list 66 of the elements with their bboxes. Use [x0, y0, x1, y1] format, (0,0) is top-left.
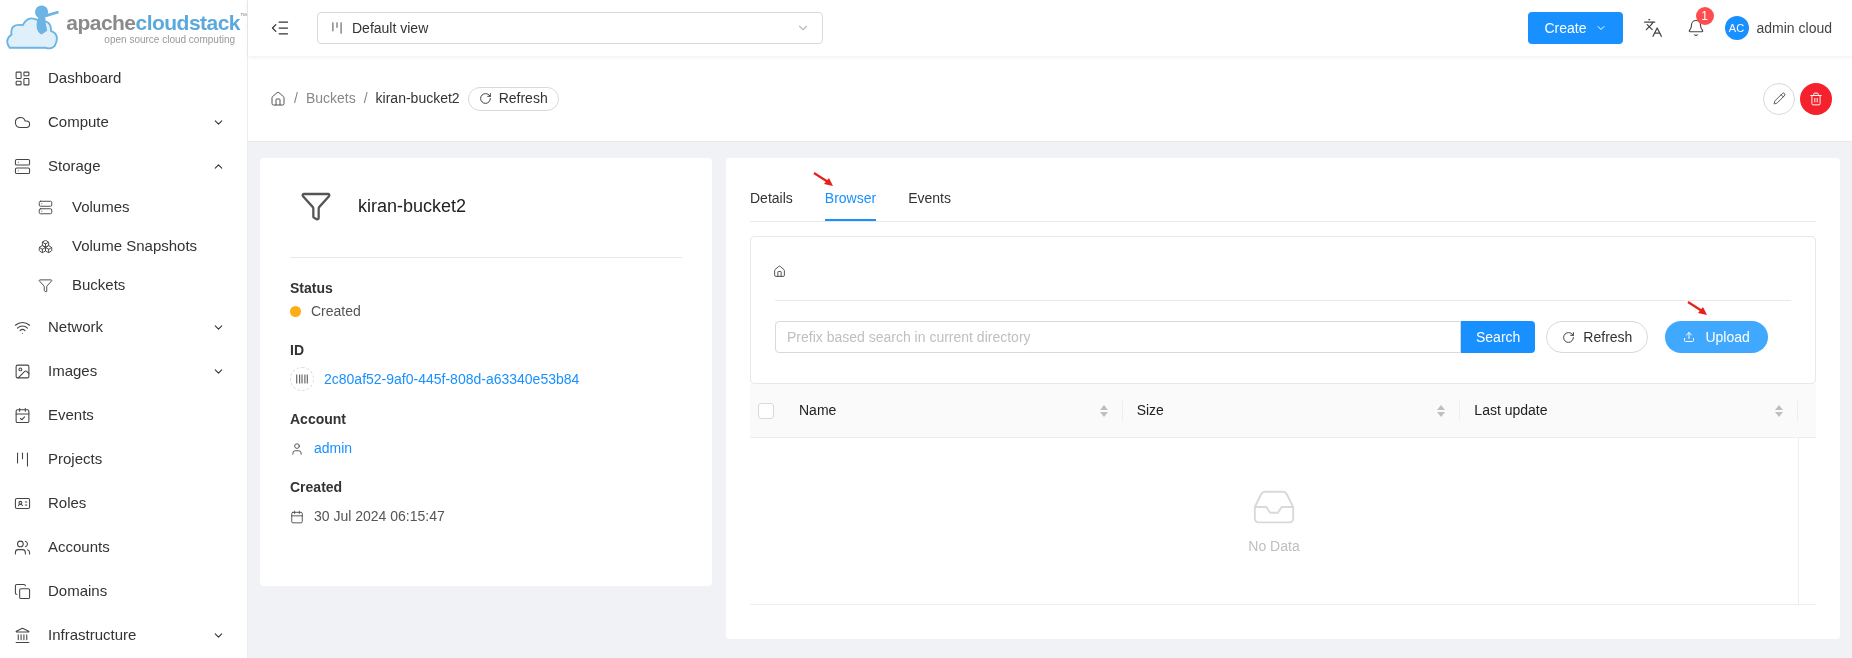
calendar-icon: [290, 509, 304, 524]
sidebar-item[interactable]: Compute: [0, 100, 247, 144]
home-icon[interactable]: [270, 90, 286, 107]
home-icon[interactable]: [773, 265, 786, 278]
column-header[interactable]: Name: [799, 400, 1100, 421]
funnel-icon: [300, 190, 332, 222]
users-icon: [14, 538, 31, 556]
logo-wordmark: apachecloudstack: [66, 11, 240, 33]
pencil-icon: [1772, 92, 1786, 105]
tab[interactable]: Events: [908, 188, 951, 221]
field-label: Created: [290, 478, 344, 497]
image-icon: [14, 362, 31, 380]
sidebar-item[interactable]: Domains: [0, 569, 247, 613]
status-text: Created: [311, 302, 361, 321]
edit-button[interactable]: [1763, 82, 1795, 115]
select-all-checkbox[interactable]: [758, 402, 774, 419]
breadcrumb-separator: /: [363, 89, 368, 108]
upload-icon: [1683, 331, 1696, 343]
sidebar-subitem[interactable]: Volumes: [0, 188, 247, 227]
sidebar-item[interactable]: Dashboard: [0, 56, 247, 100]
storage-icon: [38, 200, 53, 215]
column-header[interactable]: Size: [1136, 400, 1438, 421]
breadcrumb-separator: /: [294, 89, 298, 108]
storage-icon: [14, 157, 31, 175]
view-select[interactable]: Default view: [317, 12, 823, 44]
empty-text: No Data: [1248, 537, 1300, 556]
kanban-icon: [14, 450, 31, 468]
field-label: Status: [290, 279, 334, 298]
refresh-icon: [1562, 330, 1576, 344]
notification-badge: 1: [1695, 7, 1714, 25]
kanban-icon: [330, 21, 344, 35]
refresh-icon: [478, 92, 492, 105]
sidebar-item[interactable]: Storage: [0, 144, 247, 188]
user-name[interactable]: admin cloud: [1756, 17, 1832, 39]
user-icon: [290, 441, 304, 456]
blocks-icon: [38, 239, 53, 254]
sidebar-item[interactable]: Images: [0, 349, 247, 393]
breadcrumb-link[interactable]: Buckets: [305, 88, 356, 109]
logo-tagline: open source cloud computing: [104, 34, 235, 45]
copy-icon: [14, 582, 31, 600]
sidebar-item[interactable]: Roles: [0, 481, 247, 525]
sidebar-item[interactable]: Accounts: [0, 525, 247, 569]
notification-bell-icon[interactable]: [1686, 19, 1705, 37]
calendar-icon: [14, 406, 31, 424]
annotation-arrow: [812, 172, 835, 188]
annotation-arrow: [1687, 301, 1710, 317]
sidebar-item[interactable]: Infrastructure: [0, 613, 247, 657]
bucket-title: kiran-bucket2: [358, 194, 467, 218]
sidebar-item[interactable]: Events: [0, 393, 247, 437]
breadcrumb-current: kiran-bucket2: [375, 89, 460, 108]
field-label: Account: [290, 410, 347, 429]
created-date: 30 Jul 2024 06:15:47: [314, 507, 445, 526]
dashboard-icon: [14, 69, 31, 87]
sidebar-subitem[interactable]: Buckets: [0, 266, 247, 305]
search-field[interactable]: Prefix based search in current directory: [775, 321, 1461, 353]
delete-button[interactable]: [1800, 82, 1832, 115]
sidebar-subitem[interactable]: Volume Snapshots: [0, 227, 247, 266]
trash-icon: [1809, 91, 1823, 106]
bank-icon: [14, 626, 31, 644]
sidebar-item[interactable]: Network: [0, 305, 247, 349]
column-header[interactable]: Last update: [1474, 400, 1775, 421]
translate-icon[interactable]: [1642, 18, 1663, 38]
sidebar-item[interactable]: Projects: [0, 437, 247, 481]
funnel-icon: [38, 278, 53, 293]
tab[interactable]: Details: [750, 188, 793, 221]
field-label: ID: [290, 341, 305, 360]
